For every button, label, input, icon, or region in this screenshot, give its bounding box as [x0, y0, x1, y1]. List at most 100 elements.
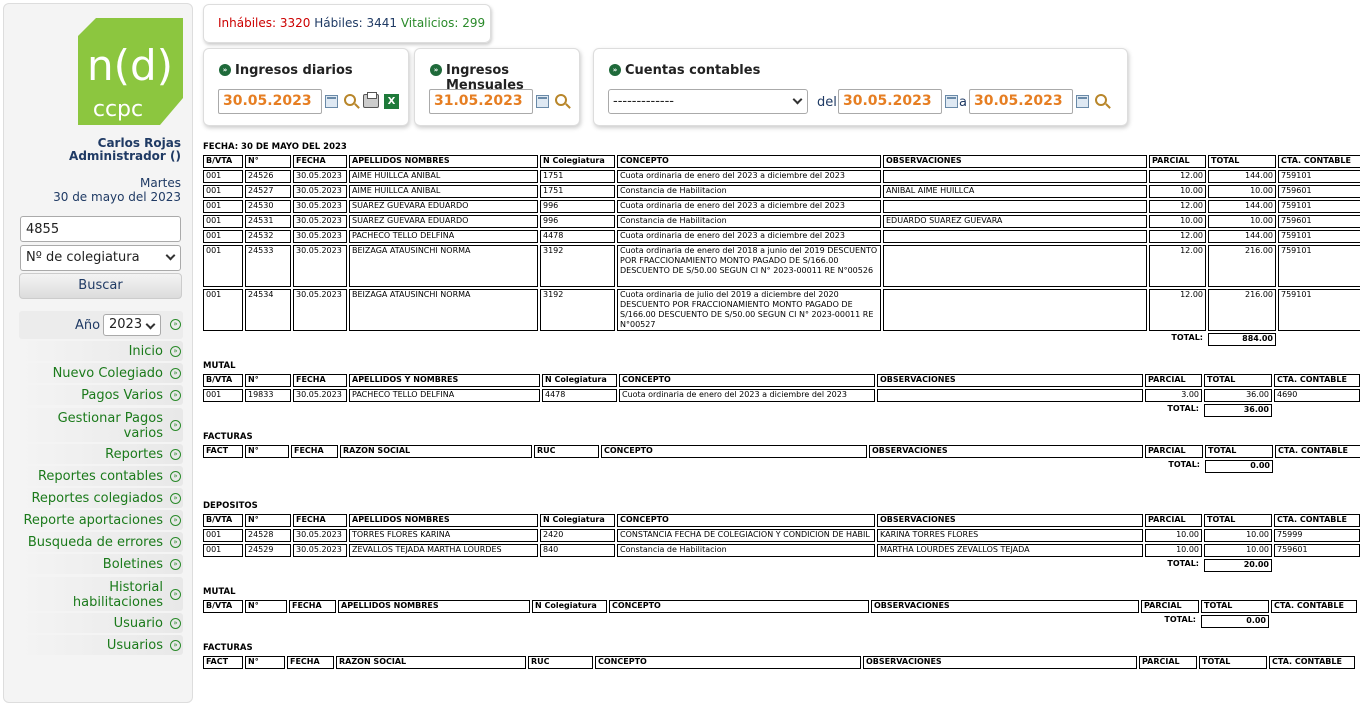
column-header: N Colegiatura	[540, 514, 615, 527]
excel-icon[interactable]: X	[384, 94, 399, 109]
nav-reportes-contables[interactable]: Reportes contables »	[19, 466, 183, 486]
panel-title: » Cuentas contables	[609, 63, 760, 78]
nav-reporte-aportaciones[interactable]: Reporte aportaciones »	[19, 510, 183, 530]
arrow-circle-icon: »	[170, 492, 181, 504]
nav-nuevo-colegiado[interactable]: Nuevo Colegiado »	[19, 363, 183, 383]
nav-gestionar-pagos-varios[interactable]: Gestionar Pagos varios »	[19, 408, 183, 442]
table-cell: 759101	[1278, 170, 1360, 183]
nav-usuarios[interactable]: Usuarios »	[19, 635, 183, 655]
table-cell: 1751	[540, 185, 615, 198]
calendar-icon[interactable]	[945, 95, 958, 108]
table-cell: 216.00	[1208, 245, 1276, 287]
arrow-circle-icon: »	[170, 588, 181, 600]
panel-title: » Ingresos diarios	[219, 63, 353, 78]
table-cell: Constancia de Habilitacion	[617, 185, 881, 198]
date-text: 30 de mayo del 2023	[53, 190, 181, 204]
calendar-icon[interactable]	[325, 95, 338, 108]
table-cell: 24534	[245, 289, 291, 331]
table-cell: 10.00	[1204, 529, 1272, 542]
search-input[interactable]	[20, 216, 181, 242]
chevron-down-icon	[145, 319, 156, 330]
nav-label: Reportes	[105, 447, 163, 462]
search-icon[interactable]	[344, 94, 356, 106]
table-cell: 30.05.2023	[293, 185, 347, 198]
table-cell	[883, 200, 1147, 213]
table-cell	[883, 289, 1147, 331]
table-cell: KARINA TORRES FLORES	[877, 529, 1143, 542]
nav-busqueda-errores[interactable]: Busqueda de errores »	[19, 532, 183, 552]
nav-label: Reportes colegiados	[31, 491, 163, 506]
column-header: CTA. CONTABLE	[1274, 374, 1360, 387]
table-cell: 759601	[1278, 215, 1360, 228]
facturas-table: FACT N° FECHA RAZON SOCIAL RUC CONCEPTO OBSERV…	[201, 443, 1360, 475]
column-header: PARCIAL	[1139, 656, 1197, 669]
table-cell: 10.00	[1208, 185, 1276, 198]
del-date-input[interactable]: 30.05.2023	[838, 89, 942, 114]
total-value: 0.00	[1201, 615, 1269, 628]
table-cell: 24532	[245, 230, 291, 243]
facturas-title: FACTURAS	[203, 432, 253, 442]
search-type-select[interactable]: Nº de colegiatura	[20, 245, 181, 271]
search-icon[interactable]	[555, 94, 567, 106]
inhabiles-label: Inhábiles:	[218, 16, 277, 30]
table-cell: AIME HUILLCA ANIBAL	[349, 170, 538, 183]
nav-reportes-colegiados[interactable]: Reportes colegiados »	[19, 488, 183, 508]
nav-inicio[interactable]: Inicio »	[19, 341, 183, 361]
table-row: 001 24526 30.05.2023 AIME HUILLCA ANIBAL 175…	[203, 170, 1360, 183]
table-cell: 24533	[245, 245, 291, 287]
report: FECHA: 30 DE MAYO DEL 2023 B/VTA N° FECHA A…	[203, 141, 1360, 671]
print-icon[interactable]	[363, 92, 379, 108]
table-header: B/VTA N° FECHA APELLIDOS NOMBRES N Colegiatu…	[203, 514, 1360, 527]
table-cell: 3192	[540, 245, 615, 287]
table-cell: 001	[203, 289, 243, 331]
table-cell: 12.00	[1149, 170, 1206, 183]
calendar-icon[interactable]	[536, 95, 549, 108]
ingresos-mensuales-panel: » Ingresos Mensuales 31.05.2023	[414, 48, 580, 126]
cuenta-select[interactable]: -------------	[608, 89, 808, 114]
column-header: FECHA	[293, 514, 347, 527]
nav-reportes[interactable]: Reportes »	[19, 444, 183, 464]
nav-boletines[interactable]: Boletines »	[19, 554, 183, 574]
column-header: N°	[245, 514, 291, 527]
nav-label: Historial habilitaciones	[72, 580, 163, 610]
nav-historial-habilitaciones[interactable]: Historial habilitaciones »	[19, 577, 183, 611]
column-header: N°	[245, 374, 291, 387]
arrow-circle-icon[interactable]: »	[170, 319, 181, 330]
search-button[interactable]: Buscar	[19, 273, 182, 299]
table-cell: 10.00	[1145, 544, 1202, 557]
calendar-icon[interactable]	[1076, 95, 1089, 108]
column-header: CTA. CONTABLE	[1269, 656, 1355, 669]
table-cell: 759601	[1278, 185, 1360, 198]
total-value: 884.00	[1208, 333, 1276, 346]
report-date-title: FECHA: 30 DE MAYO DEL 2023	[203, 142, 347, 152]
table-cell: Constancia de Habilitacion	[617, 544, 875, 557]
nav-usuario[interactable]: Usuario »	[19, 613, 183, 633]
table-cell: Cuota ordinaria de enero del 2023 a dici…	[617, 170, 881, 183]
search-icon[interactable]	[1095, 94, 1107, 106]
column-header: APELLIDOS Y NOMBRES	[349, 374, 540, 387]
column-header: OBSERVACIONES	[877, 374, 1143, 387]
table-cell	[883, 230, 1147, 243]
bullet-arrow-icon: »	[609, 64, 621, 76]
a-date-input[interactable]: 30.05.2023	[969, 89, 1073, 114]
total-label: TOTAL:	[1164, 615, 1196, 624]
nav-label: Pagos Varios	[81, 388, 163, 403]
mensuales-date-input[interactable]: 31.05.2023	[429, 89, 533, 114]
diarios-date-input[interactable]: 30.05.2023	[218, 89, 322, 114]
table-cell: 001	[203, 529, 243, 542]
column-header: CONCEPTO	[619, 374, 875, 387]
year-select[interactable]: 2023	[103, 314, 161, 336]
total-row: TOTAL: 884.00	[203, 333, 1360, 346]
table-cell: BEIZAGA ATAUSINCHI NORMA	[349, 245, 538, 287]
column-header: OBSERVACIONES	[869, 445, 1143, 458]
column-header: FECHA	[289, 600, 336, 613]
table-cell: 001	[203, 170, 243, 183]
column-header: CONCEPTO	[609, 600, 869, 613]
table-row: 001 24532 30.05.2023 PACHECO TELLO DELFINA 4…	[203, 230, 1360, 243]
table-cell	[883, 170, 1147, 183]
table-header: B/VTA N° FECHA APELLIDOS NOMBRES N Colegiatu…	[203, 155, 1360, 168]
total-label: TOTAL:	[1167, 404, 1199, 413]
total-row: TOTAL: 0.00	[203, 460, 1360, 473]
nav-pagos-varios[interactable]: Pagos Varios »	[19, 385, 183, 405]
column-header: N°	[245, 600, 287, 613]
